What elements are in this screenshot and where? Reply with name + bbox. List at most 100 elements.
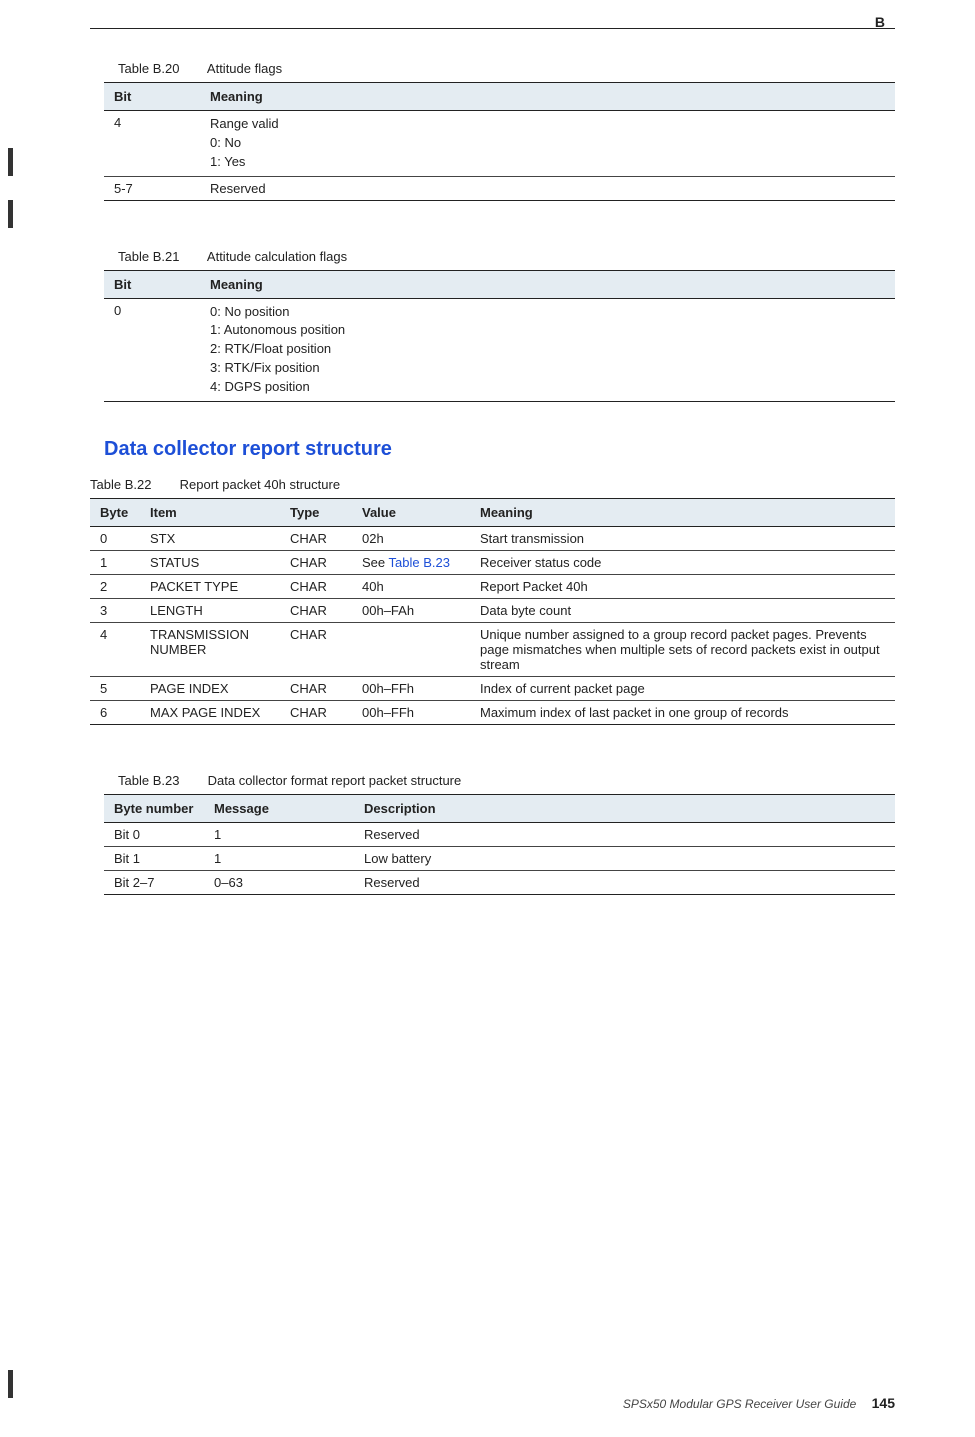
table: Bit Meaning 0 0: No position 1: Autonomo… — [104, 270, 895, 402]
caption-title: Attitude flags — [207, 61, 282, 76]
cell: Start transmission — [470, 526, 895, 550]
cell: CHAR — [280, 526, 352, 550]
table-row: 5-7 Reserved — [104, 176, 895, 200]
footer-page-number: 145 — [872, 1395, 895, 1411]
footer-title: SPSx50 Modular GPS Receiver User Guide — [623, 1397, 856, 1411]
meaning-line: 4: DGPS position — [210, 378, 885, 397]
meaning-line: 1: Yes — [210, 153, 885, 172]
cell: Maximum index of last packet in one grou… — [470, 700, 895, 724]
table: Byte number Message Description Bit 0 1 … — [104, 794, 895, 895]
section-heading: Data collector report structure — [104, 438, 895, 461]
cell: TRANSMISSION NUMBER — [140, 622, 280, 676]
cell: PACKET TYPE — [140, 574, 280, 598]
table-row: 6 MAX PAGE INDEX CHAR 00h–FFh Maximum in… — [90, 700, 895, 724]
caption-title: Data collector format report packet stru… — [208, 773, 462, 788]
cell: 4 — [90, 622, 140, 676]
cell: Unique number assigned to a group record… — [470, 622, 895, 676]
caption-number: Table B.22 — [90, 477, 176, 492]
meaning-line: Range valid — [210, 115, 885, 134]
table-caption: Table B.22 Report packet 40h structure — [90, 477, 895, 492]
cell: 00h–FFh — [352, 700, 470, 724]
cell: STX — [140, 526, 280, 550]
table-b21: Table B.21 Attitude calculation flags Bi… — [90, 249, 895, 402]
cell: Bit 2–7 — [104, 870, 204, 894]
meaning-line: 3: RTK/Fix position — [210, 359, 885, 378]
table-row: Bit 2–7 0–63 Reserved — [104, 870, 895, 894]
table-caption: Table B.23 Data collector format report … — [104, 773, 895, 788]
cell-bit: 0 — [104, 298, 200, 401]
cell: STATUS — [140, 550, 280, 574]
cell: See Table B.23 — [352, 550, 470, 574]
side-mark — [8, 1370, 13, 1398]
top-rule — [90, 28, 895, 29]
caption-title: Attitude calculation flags — [207, 249, 347, 264]
cell: CHAR — [280, 700, 352, 724]
cell: LENGTH — [140, 598, 280, 622]
cell-bit: 5-7 — [104, 176, 200, 200]
cell — [352, 622, 470, 676]
col-header-bit: Bit — [104, 270, 200, 298]
cell: 1 — [90, 550, 140, 574]
cell: PAGE INDEX — [140, 676, 280, 700]
table-caption: Table B.20 Attitude flags — [104, 61, 895, 76]
col-header-message: Message — [204, 794, 354, 822]
cell: 0–63 — [204, 870, 354, 894]
table-row: Bit 0 1 Reserved — [104, 822, 895, 846]
cell: 5 — [90, 676, 140, 700]
table-row: 1 STATUS CHAR See Table B.23 Receiver st… — [90, 550, 895, 574]
cell: Reserved — [354, 870, 895, 894]
link-table-b23[interactable]: Table B.23 — [389, 555, 450, 570]
col-header-type: Type — [280, 498, 352, 526]
cell: 6 — [90, 700, 140, 724]
col-header-description: Description — [354, 794, 895, 822]
cell: CHAR — [280, 550, 352, 574]
table-b20: Table B.20 Attitude flags Bit Meaning 4 … — [90, 61, 895, 201]
appendix-letter: B — [875, 14, 885, 30]
side-mark — [8, 200, 13, 228]
cell: Report Packet 40h — [470, 574, 895, 598]
cell-bit: 4 — [104, 111, 200, 177]
table-row: 3 LENGTH CHAR 00h–FAh Data byte count — [90, 598, 895, 622]
table: Bit Meaning 4 Range valid 0: No 1: Yes 5… — [104, 82, 895, 201]
col-header-bit: Bit — [104, 83, 200, 111]
cell: 3 — [90, 598, 140, 622]
cell: Reserved — [354, 822, 895, 846]
meaning-line: 0: No position — [210, 303, 885, 322]
meaning-line: 1: Autonomous position — [210, 321, 885, 340]
cell: 00h–FFh — [352, 676, 470, 700]
cell: MAX PAGE INDEX — [140, 700, 280, 724]
table-row: 2 PACKET TYPE CHAR 40h Report Packet 40h — [90, 574, 895, 598]
table: Byte Item Type Value Meaning 0 STX CHAR … — [90, 498, 895, 725]
caption-title: Report packet 40h structure — [180, 477, 340, 492]
caption-number: Table B.20 — [118, 61, 204, 76]
page-footer: SPSx50 Modular GPS Receiver User Guide 1… — [623, 1395, 895, 1411]
cell: 00h–FAh — [352, 598, 470, 622]
cell: Bit 1 — [104, 846, 204, 870]
cell-meaning: Reserved — [200, 176, 895, 200]
cell: 02h — [352, 526, 470, 550]
table-row: 0 0: No position 1: Autonomous position … — [104, 298, 895, 401]
cell: Low battery — [354, 846, 895, 870]
cell: 40h — [352, 574, 470, 598]
table-b22: Table B.22 Report packet 40h structure B… — [90, 477, 895, 725]
cell: 2 — [90, 574, 140, 598]
col-header-byte-number: Byte number — [104, 794, 204, 822]
col-header-value: Value — [352, 498, 470, 526]
cell: CHAR — [280, 574, 352, 598]
cell: CHAR — [280, 676, 352, 700]
table-caption: Table B.21 Attitude calculation flags — [104, 249, 895, 264]
page: B Table B.20 Attitude flags Bit Meaning … — [0, 0, 975, 1437]
table-row: 5 PAGE INDEX CHAR 00h–FFh Index of curre… — [90, 676, 895, 700]
table-b23: Table B.23 Data collector format report … — [90, 773, 895, 895]
cell: 1 — [204, 846, 354, 870]
table-row: 4 TRANSMISSION NUMBER CHAR Unique number… — [90, 622, 895, 676]
cell-meaning: 0: No position 1: Autonomous position 2:… — [200, 298, 895, 401]
side-mark — [8, 148, 13, 176]
col-header-meaning: Meaning — [200, 83, 895, 111]
cell: 1 — [204, 822, 354, 846]
caption-number: Table B.23 — [118, 773, 204, 788]
meaning-line: 0: No — [210, 134, 885, 153]
cell: 0 — [90, 526, 140, 550]
caption-number: Table B.21 — [118, 249, 204, 264]
value-prefix: See — [362, 555, 389, 570]
